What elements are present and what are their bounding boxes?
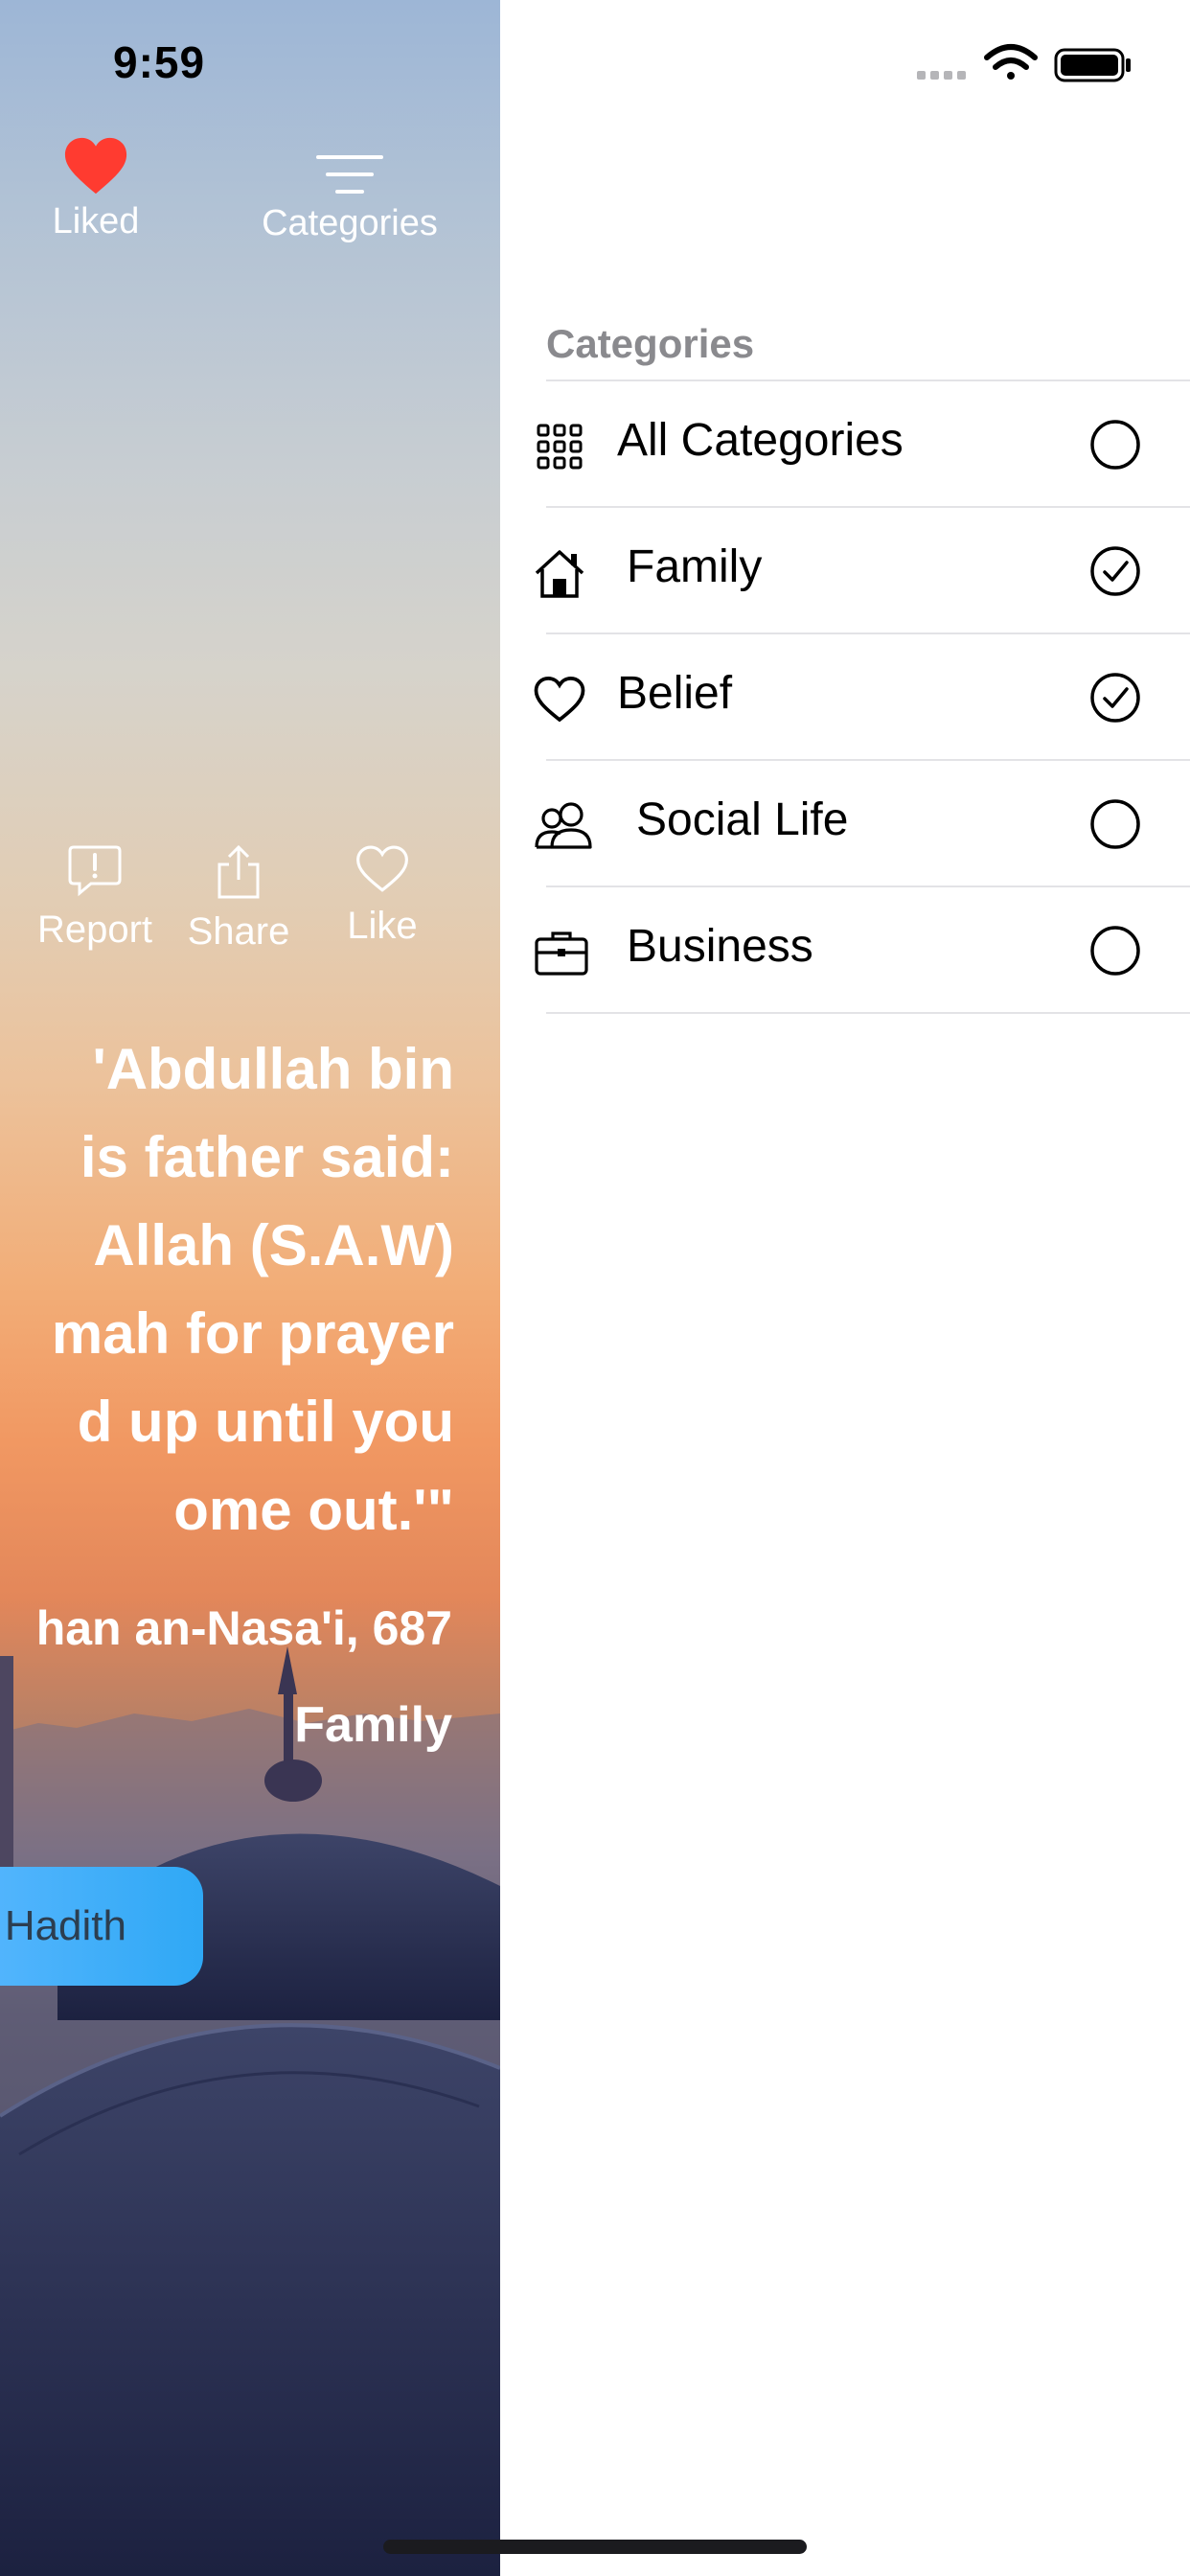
menu-item-label: Business (627, 921, 813, 972)
wifi-icon (984, 44, 1038, 80)
divider (546, 1012, 1190, 1014)
hadith-category: Family (294, 1697, 452, 1753)
home-indicator[interactable] (383, 2540, 807, 2554)
hadith-screen-background: 9:59 Liked Categories Report Share Like … (0, 0, 500, 2576)
people-icon (535, 802, 592, 849)
radio-unchecked-icon[interactable] (1088, 418, 1142, 472)
share-button[interactable]: Share (172, 843, 306, 954)
menu-item-label: Belief (617, 668, 733, 719)
hadith-line: 'Abdullah bin (92, 1037, 454, 1101)
menu-item-label: All Categories (617, 415, 904, 466)
menu-item-belief[interactable]: Belief (500, 634, 1190, 761)
liked-label: Liked (52, 201, 140, 242)
categories-label: Categories (262, 203, 438, 243)
like-button[interactable]: Like (315, 843, 449, 948)
share-label: Share (187, 910, 290, 953)
menu-item-family[interactable]: Family (500, 508, 1190, 634)
hadith-line: mah for prayer (51, 1301, 454, 1366)
hadith-source: han an-Nasa'i, 687 (35, 1601, 452, 1655)
status-time: 9:59 (113, 37, 206, 87)
filter-lines-icon (316, 155, 383, 194)
radio-unchecked-icon[interactable] (1088, 797, 1142, 851)
briefcase-icon (535, 932, 588, 976)
hadith-line: is father said: (80, 1125, 454, 1189)
radio-checked-icon[interactable] (1088, 544, 1142, 598)
hadith-line: ome out.'" (173, 1478, 454, 1542)
categories-button[interactable]: Categories (244, 134, 455, 244)
menu-item-all-categories[interactable]: All Categories (500, 381, 1190, 508)
share-icon (217, 844, 260, 899)
hadith-text: 'Abdullah bin is father said: Allah (S.A… (0, 1025, 454, 1554)
battery-icon (1054, 48, 1131, 82)
categories-side-menu: Categories All Categories Family Belief … (500, 0, 1190, 2576)
mosque-dome-silhouette (0, 1646, 500, 2576)
heart-icon (534, 676, 585, 723)
radio-unchecked-icon[interactable] (1088, 924, 1142, 978)
section-title: Categories (546, 321, 755, 366)
hadith-line: Allah (S.A.W) (93, 1213, 454, 1277)
menu-item-label: Family (627, 541, 763, 592)
report-bubble-icon (68, 845, 122, 897)
home-icon (535, 550, 584, 598)
menu-item-label: Social Life (636, 794, 849, 845)
heart-filled-icon (64, 137, 127, 195)
grid-icon (537, 424, 583, 470)
heart-outline-icon (356, 845, 408, 892)
liked-button[interactable]: Liked (29, 134, 163, 242)
hadith-button-label: Hadith (4, 1902, 126, 1949)
next-hadith-button[interactable]: Hadith (0, 1867, 203, 1986)
status-indicators (917, 44, 1131, 82)
like-label: Like (347, 905, 418, 947)
signal-icon (917, 71, 966, 80)
menu-item-social-life[interactable]: Social Life (500, 761, 1190, 887)
hadith-line: d up until you (77, 1390, 454, 1454)
report-button[interactable]: Report (28, 843, 162, 952)
radio-checked-icon[interactable] (1088, 671, 1142, 724)
report-label: Report (36, 908, 153, 951)
menu-item-business[interactable]: Business (500, 887, 1190, 1014)
